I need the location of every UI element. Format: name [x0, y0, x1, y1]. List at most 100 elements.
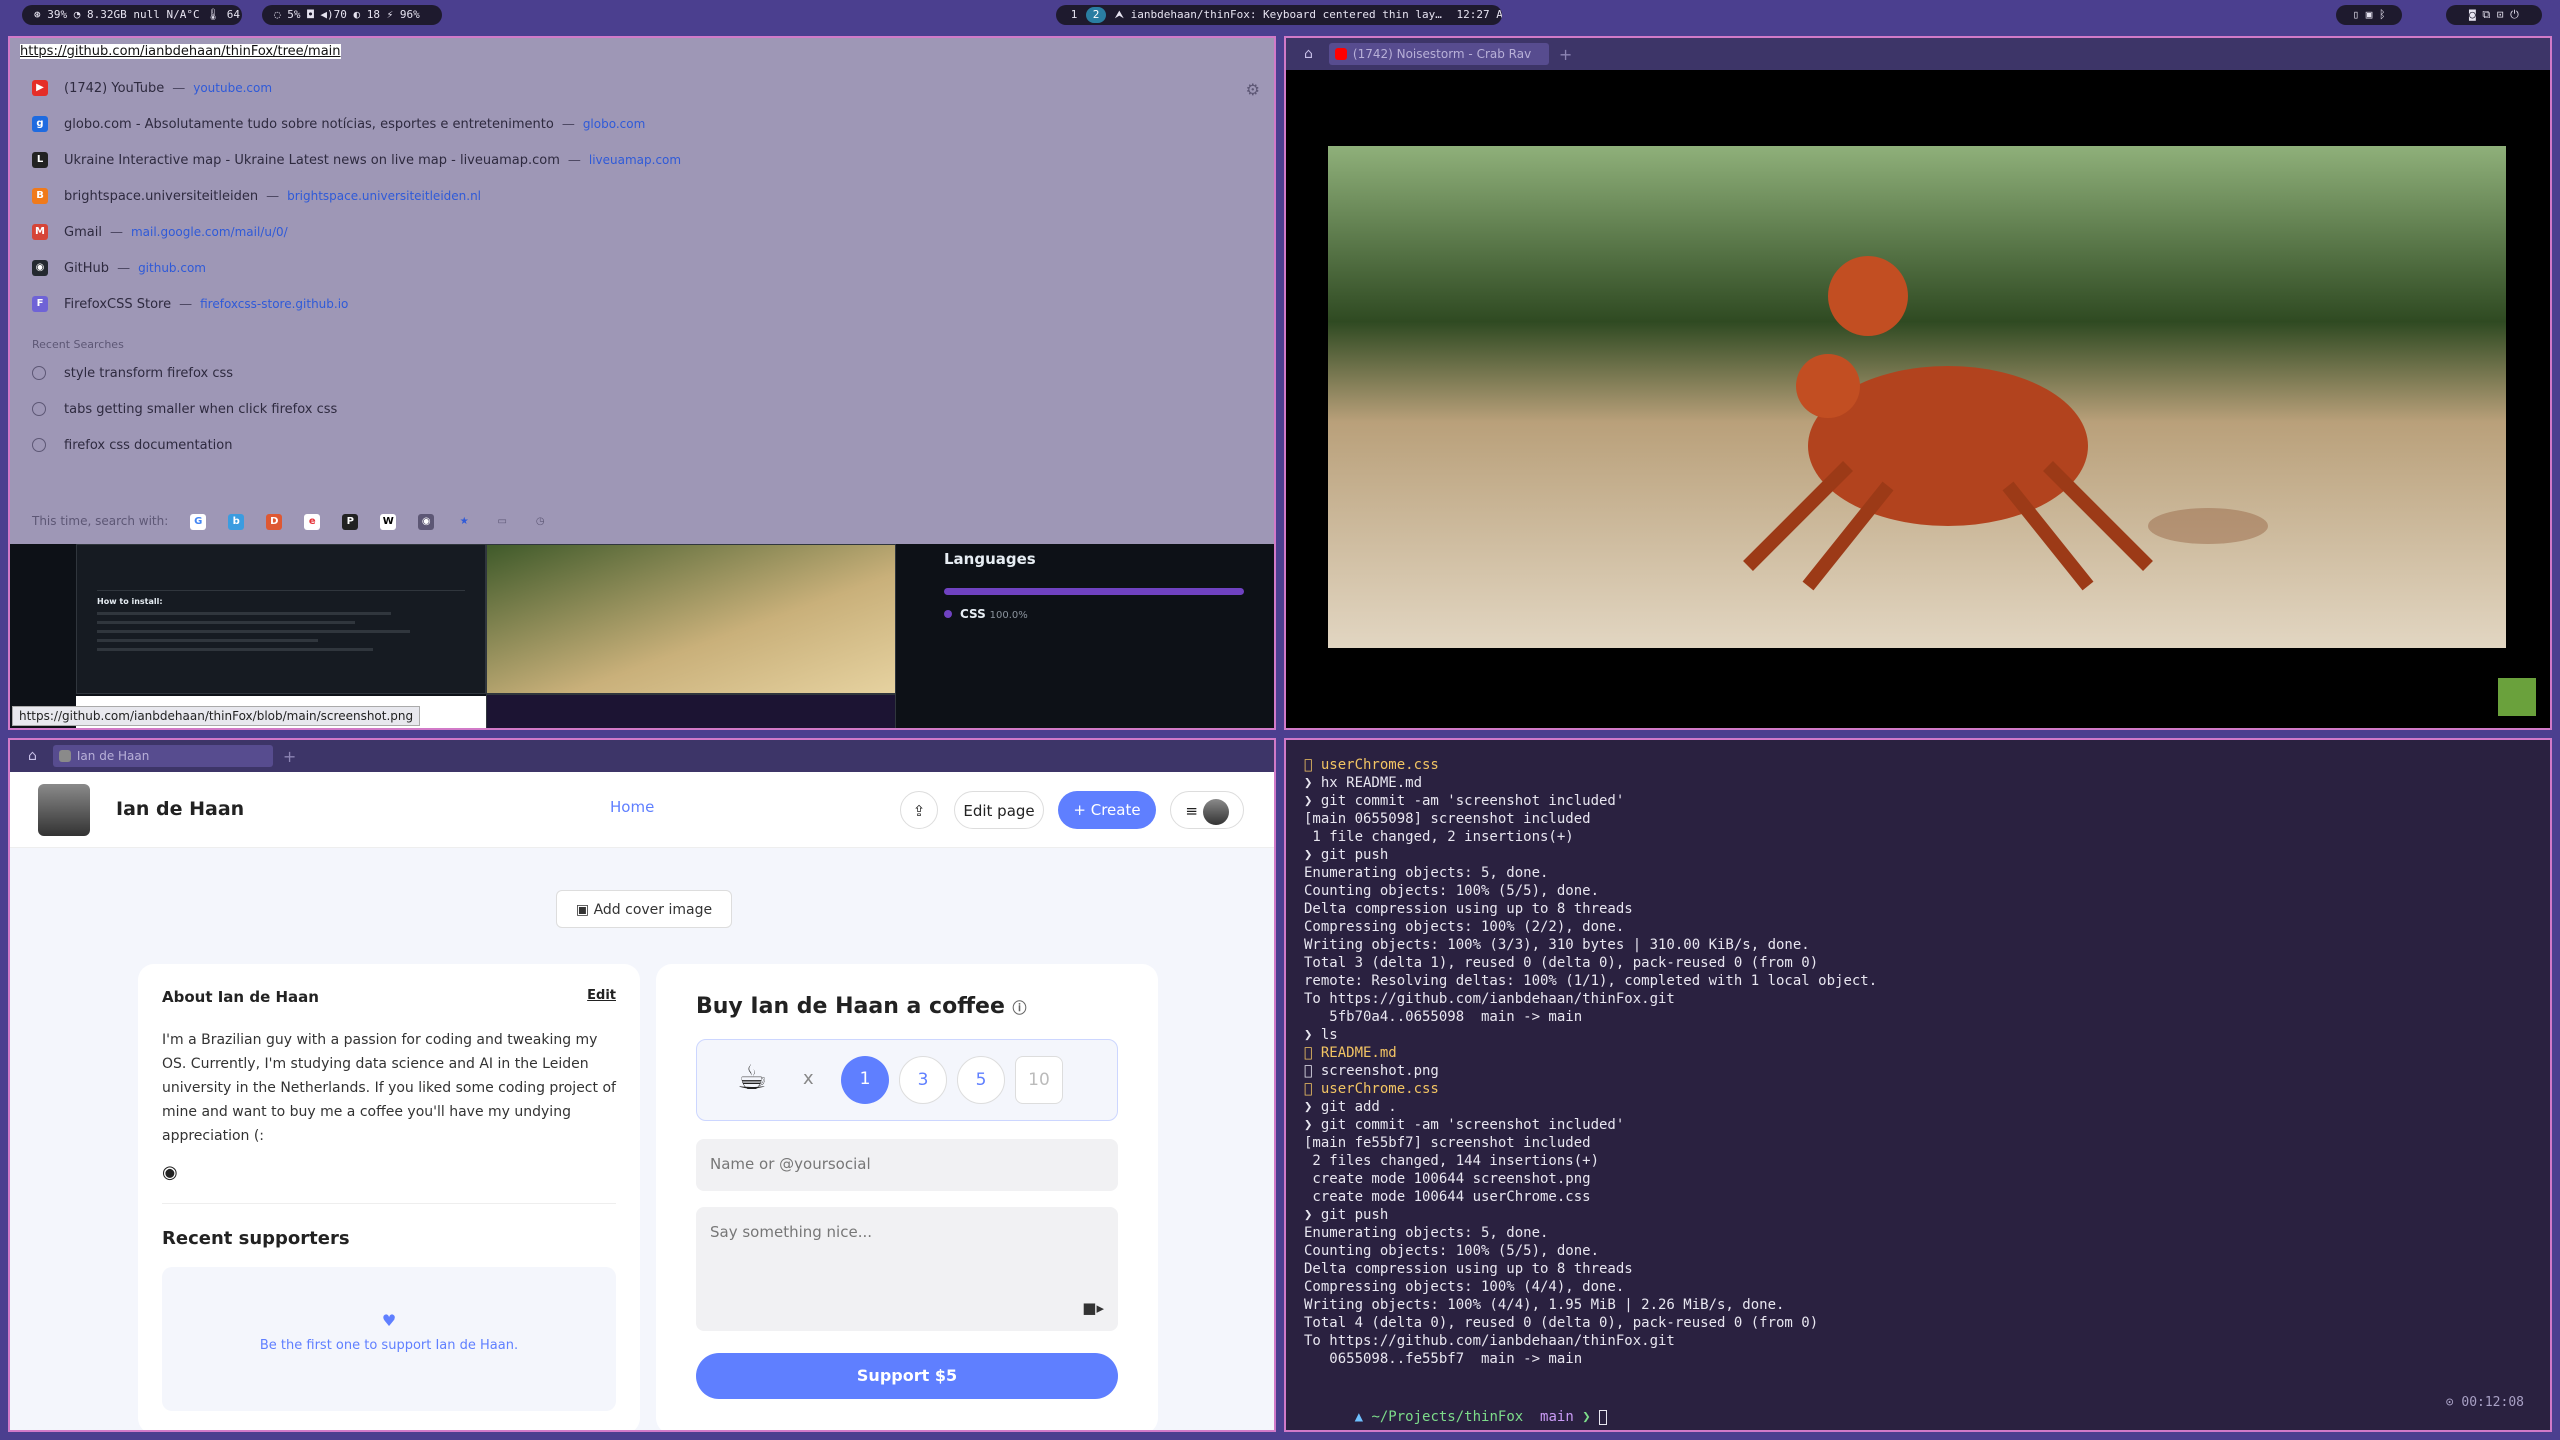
channel-avatar-icon[interactable]: [2498, 678, 2536, 716]
coffee-card: Buy Ian de Haan a coffee ⓘ ☕ x 1 3 5 10 Nam…: [656, 964, 1158, 1430]
power-tray[interactable]: ◙ ⧉ ⊡ ⏻: [2446, 5, 2542, 25]
coffee-cup-icon: ☕: [737, 1058, 768, 1098]
bluetooth-icon[interactable]: ᛒ: [2379, 8, 2386, 21]
video-player[interactable]: [1328, 146, 2506, 648]
terminal-line: 5fb70a4..0655098 main -> main: [1304, 1009, 1583, 1025]
wikipedia-icon[interactable]: W: [380, 513, 397, 530]
tab-bmc[interactable]: Ian de Haan: [52, 745, 273, 767]
terminal-line: create mode 100644 screenshot.png: [1304, 1171, 1591, 1187]
recent-search-row[interactable]: tabs getting smaller when click firefox …: [10, 391, 1274, 427]
power-icon[interactable]: ⏻: [2510, 8, 2519, 21]
suggestion-title: Ukraine Interactive map - Ukraine Latest…: [64, 152, 560, 168]
edit-page-button[interactable]: Edit page: [954, 791, 1044, 829]
screenshot-icon[interactable]: ⧉: [2482, 8, 2490, 21]
recent-search-text: style transform firefox css: [64, 365, 234, 381]
url-bar[interactable]: https://github.com/ianbdehaan/thinFox/tr…: [10, 38, 1274, 66]
amount-3-button[interactable]: 3: [899, 1056, 947, 1104]
amount-5-button[interactable]: 5: [957, 1056, 1005, 1104]
brightspace-icon: B: [32, 188, 48, 204]
terminal-line: Compressing objects: 100% (4/4), done.: [1304, 1279, 1625, 1295]
avatar[interactable]: [38, 784, 90, 836]
name-input[interactable]: Name or @yoursocial: [696, 1139, 1118, 1191]
language-item[interactable]: CSS 100.0%: [944, 607, 1264, 621]
youtube-icon: [1334, 48, 1347, 60]
perplexity-icon[interactable]: P: [342, 513, 359, 530]
message-input[interactable]: Say something nice... ■▸: [696, 1207, 1118, 1331]
device-tray[interactable]: ▯ ▣ ᛒ: [2336, 5, 2402, 25]
share-icon[interactable]: ⇪: [900, 791, 938, 829]
settings-gear-icon[interactable]: ⚙: [1246, 80, 1260, 99]
url-suggestions: ▶ (1742) YouTube — youtube.com g globo.com - …: [10, 70, 1274, 545]
home-icon[interactable]: ⌂: [28, 748, 37, 764]
amount-10-button[interactable]: 10: [1015, 1056, 1063, 1104]
suggestion-title: GitHub: [64, 260, 110, 276]
firefox-window: https://github.com/ianbdehaan/thinFox/tr…: [8, 36, 1276, 730]
video-camera-icon[interactable]: ■▸: [1082, 1299, 1104, 1317]
amount-1-button[interactable]: 1: [841, 1056, 889, 1104]
add-cover-button[interactable]: ▣ Add cover image: [556, 890, 732, 928]
tabs-icon[interactable]: ▭: [494, 513, 511, 530]
terminal-line: Enumerating objects: 5, done.: [1304, 1225, 1549, 1241]
about-card: About Ian de Haan Edit I'm a Brazilian g…: [138, 964, 640, 1430]
recent-search-row[interactable]: firefox css documentation: [10, 427, 1274, 463]
languages-panel: Languages CSS 100.0%: [944, 544, 1264, 728]
tab-title: Ian de Haan: [76, 749, 150, 763]
separator: —: [172, 80, 186, 96]
suggestion-row[interactable]: F FirefoxCSS Store — firefoxcss-store.githu…: [10, 286, 1274, 322]
separator: —: [266, 188, 280, 204]
phone-icon[interactable]: ▯: [2352, 8, 2359, 21]
history-icon[interactable]: ◷: [532, 513, 549, 530]
camera-icon[interactable]: ◙: [2469, 8, 2476, 21]
bookmarks-icon[interactable]: ★: [456, 513, 473, 530]
link-hover-status: https://github.com/ianbdehaan/thinFox/bl…: [12, 706, 421, 726]
create-button[interactable]: + Create: [1058, 791, 1156, 829]
about-text: I'm a Brazilian guy with a passion for c…: [162, 1032, 616, 1144]
duckduckgo-icon[interactable]: D: [266, 513, 283, 530]
terminal-line: Writing objects: 100% (4/4), 1.95 MiB | …: [1304, 1297, 1785, 1313]
extension-icon[interactable]: ◉: [418, 513, 435, 530]
suggestion-row[interactable]: Bbrightspace.universiteitleiden — brightsp…: [10, 178, 1274, 214]
suggestion-row[interactable]: ◉ GitHub — github.com: [10, 250, 1274, 286]
prompt-path: ~/Projects/thinFox: [1371, 1409, 1524, 1425]
new-tab-icon[interactable]: +: [1559, 45, 1572, 64]
suggestion-row[interactable]: g globo.com - Absolutamente tudo sobre no…: [10, 106, 1274, 142]
separator: —: [179, 296, 193, 312]
suggestion-row[interactable]: ▶ (1742) YouTube — youtube.com: [10, 70, 1274, 106]
google-icon[interactable]: G: [190, 513, 207, 530]
suggestion-domain: mail.google.com/mail/u/0/: [130, 225, 288, 239]
suggestion-domain: youtube.com: [193, 81, 273, 95]
suggestion-title: globo.com - Absolutamente tudo sobre not…: [64, 116, 554, 132]
menu-button[interactable]: ≡: [1170, 791, 1244, 829]
home-icon[interactable]: ⌂: [1304, 46, 1313, 62]
url-text[interactable]: https://github.com/ianbdehaan/thinFox/tr…: [20, 44, 341, 59]
workspace-1[interactable]: 1: [1064, 7, 1084, 23]
suggestion-row[interactable]: M Gmail — mail.google.com/mail/u/0/: [10, 214, 1274, 250]
window-title: ianbdehaan/thinFox: Keyboard centered th…: [1130, 8, 1442, 21]
terminal-line: 󰋩 screenshot.png: [1304, 1063, 1439, 1079]
tab-youtube[interactable]: (1742) Noisestorm - Crab Rav: [1328, 43, 1549, 65]
recent-search-row[interactable]: style transform firefox css: [10, 355, 1274, 391]
buy-title: Buy Ian de Haan a coffee: [696, 994, 1005, 1019]
support-button[interactable]: Support $5: [696, 1353, 1118, 1399]
help-icon[interactable]: ⓘ: [1013, 1001, 1027, 1017]
monitor-icon[interactable]: ▣: [2366, 8, 2373, 21]
new-tab-icon[interactable]: +: [283, 747, 296, 766]
terminal[interactable]: 󰈙 userChrome.css ❯ hx README.md ❯ git comm…: [1286, 740, 2550, 1430]
github-page: How to install: Languages CSS 100.0%: [10, 544, 1274, 728]
terminal-line: 󰈙 userChrome.css: [1304, 1081, 1439, 1097]
clock-icon: [32, 402, 46, 416]
workspace-2[interactable]: 2: [1086, 7, 1106, 23]
nav-home[interactable]: Home: [610, 798, 654, 816]
gmail-icon: M: [32, 224, 48, 240]
lock-icon[interactable]: ⊡: [2497, 8, 2504, 21]
ebay-icon[interactable]: e: [304, 513, 321, 530]
bing-icon[interactable]: b: [228, 513, 245, 530]
github-icon[interactable]: ◉: [162, 1162, 616, 1183]
suggestion-row[interactable]: L Ukraine Interactive map - Ukraine Lates…: [10, 142, 1274, 178]
prompt-line[interactable]: ▲ ~/Projects/thinFox main ❯: [1304, 1390, 2532, 1425]
message-placeholder: Say something nice...: [710, 1223, 872, 1241]
about-edit-link[interactable]: Edit: [587, 988, 616, 1006]
terminal-window[interactable]: 󰈙 userChrome.css ❯ hx README.md ❯ git comm…: [1284, 738, 2552, 1432]
terminal-line: ❯ git add .: [1304, 1099, 1397, 1115]
system-stats: ⊛ 39% ◔ 8.32GB null N/A°C 🌡 64°C: [22, 5, 242, 25]
